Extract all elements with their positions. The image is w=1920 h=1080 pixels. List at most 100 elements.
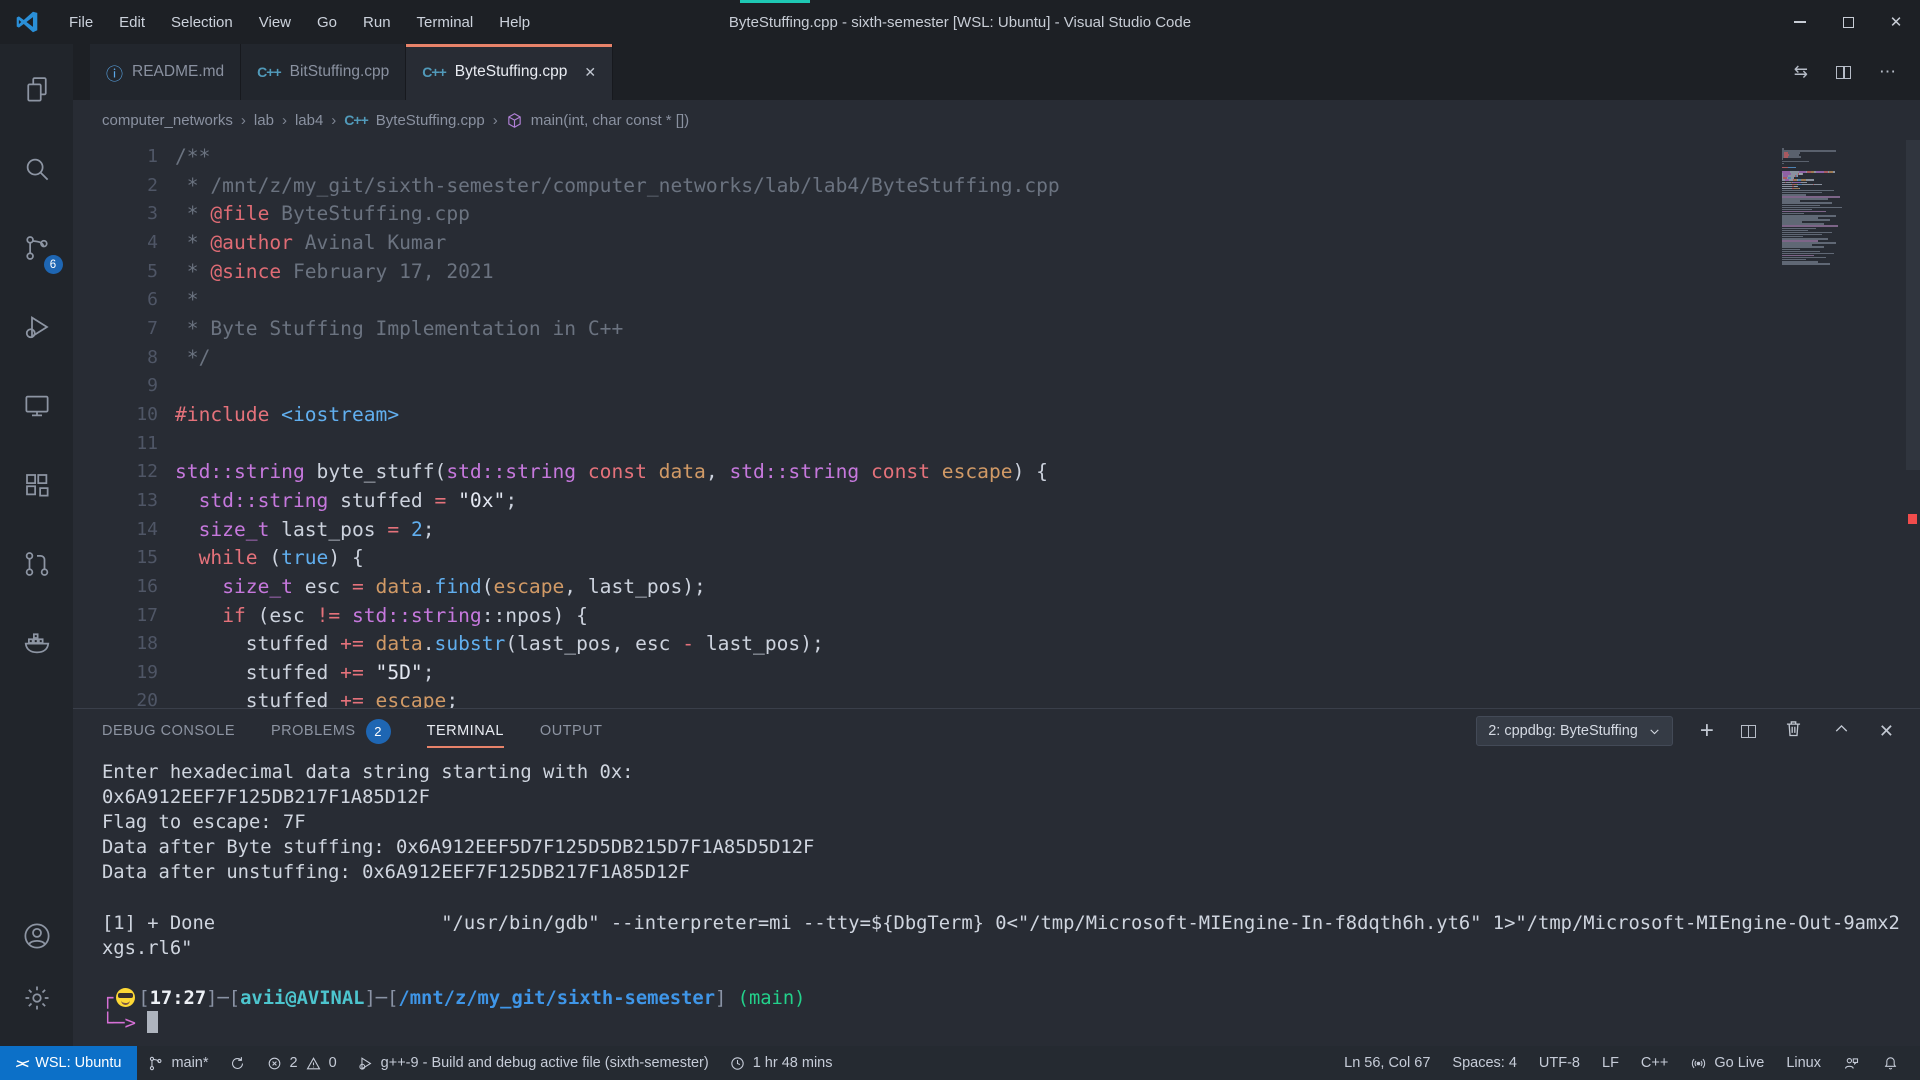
trash-icon: [1783, 718, 1804, 739]
overview-ruler-error-marker: [1908, 514, 1917, 524]
code-line: 4 * @author Avinal Kumar: [73, 229, 1920, 258]
panel-actions: 2: cppdbg: ByteStuffing + ✕: [1476, 716, 1920, 746]
remote-indicator[interactable]: >< WSL: Ubuntu: [0, 1046, 137, 1080]
menu-terminal[interactable]: Terminal: [404, 0, 487, 44]
minimize-button[interactable]: [1776, 0, 1824, 44]
panel-tab-debug-console[interactable]: DEBUG CONSOLE: [102, 709, 235, 753]
chevron-right-icon: ›: [331, 112, 336, 129]
sidebar-item-remote-explorer[interactable]: [13, 382, 61, 430]
menu-selection[interactable]: Selection: [158, 0, 246, 44]
build-task-button[interactable]: g++-9 - Build and debug active file (six…: [347, 1046, 719, 1080]
indentation-setting[interactable]: Spaces: 4: [1441, 1046, 1528, 1080]
close-tab-icon[interactable]: ✕: [584, 64, 596, 81]
feedback-person-icon: [1843, 1055, 1860, 1072]
code-editor[interactable]: 1/**2 * /mnt/z/my_git/sixth-semester/com…: [73, 140, 1920, 708]
bell-icon: [1882, 1055, 1899, 1072]
more-actions-icon[interactable]: ⋯: [1879, 62, 1896, 82]
chevron-right-icon: ›: [282, 112, 287, 129]
menu-edit[interactable]: Edit: [106, 0, 158, 44]
language-mode[interactable]: C++: [1630, 1046, 1679, 1080]
menu-run[interactable]: Run: [350, 0, 404, 44]
title-bar: File Edit Selection View Go Run Terminal…: [0, 0, 1920, 44]
close-panel-button[interactable]: ✕: [1879, 721, 1894, 742]
os-indicator[interactable]: Linux: [1775, 1046, 1832, 1080]
breadcrumb-folder[interactable]: lab4: [295, 112, 323, 129]
breadcrumb-symbol[interactable]: main(int, char const * []): [531, 112, 689, 129]
split-editor-icon[interactable]: [1836, 66, 1851, 79]
breadcrumb-folder[interactable]: computer_networks: [102, 112, 233, 129]
eol-setting[interactable]: LF: [1591, 1046, 1630, 1080]
code-line: 10#include <iostream>: [73, 401, 1920, 430]
build-task-label: g++-9 - Build and debug active file (six…: [381, 1055, 709, 1071]
breadcrumb-folder[interactable]: lab: [254, 112, 274, 129]
menu-go[interactable]: Go: [304, 0, 350, 44]
chevron-down-icon: [1648, 725, 1661, 738]
terminal-cursor: [147, 1011, 158, 1033]
open-changes-icon[interactable]: ⇆: [1794, 62, 1808, 82]
cursor-position[interactable]: Ln 56, Col 67: [1333, 1046, 1441, 1080]
tab-readme[interactable]: ⓘ README.md: [90, 44, 241, 100]
editor-actions: ⇆ ⋯: [1794, 44, 1920, 100]
notifications-button[interactable]: [1871, 1046, 1910, 1080]
branch-indicator[interactable]: main*: [137, 1046, 218, 1080]
kill-terminal-button[interactable]: [1783, 718, 1804, 744]
code-line: 15 while (true) {: [73, 544, 1920, 573]
sunglasses-emoji-icon: [116, 988, 135, 1007]
close-window-button[interactable]: ✕: [1872, 0, 1920, 44]
chevron-up-icon: [1831, 718, 1852, 739]
go-live-label: Go Live: [1714, 1055, 1764, 1071]
code-line: 9: [73, 372, 1920, 401]
sidebar-item-source-control[interactable]: 6: [13, 224, 61, 272]
sidebar-item-run-debug[interactable]: [13, 303, 61, 351]
problems-indicator[interactable]: 2 0: [256, 1046, 347, 1080]
maximize-button[interactable]: [1824, 0, 1872, 44]
sidebar-item-search[interactable]: [13, 145, 61, 193]
terminal-line: Data after unstuffing: 0x6A912EEF7F125DB…: [102, 860, 1920, 885]
menu-help[interactable]: Help: [486, 0, 543, 44]
sidebar-item-docker[interactable]: [13, 619, 61, 667]
menu-view[interactable]: View: [246, 0, 304, 44]
code-line: 12std::string byte_stuff(std::string con…: [73, 458, 1920, 487]
bottom-panel: DEBUG CONSOLE PROBLEMS2 TERMINAL OUTPUT …: [73, 708, 1920, 1046]
code-line: 13 std::string stuffed = "0x";: [73, 487, 1920, 516]
split-terminal-icon[interactable]: [1741, 725, 1756, 738]
account-icon: [22, 921, 52, 951]
tab-label: README.md: [132, 63, 224, 81]
scm-badge: 6: [44, 255, 63, 274]
account-button[interactable]: [13, 912, 61, 960]
remote-label: WSL: Ubuntu: [35, 1055, 121, 1071]
go-live-button[interactable]: Go Live: [1679, 1046, 1775, 1080]
terminal-line: └─>: [102, 1011, 1920, 1036]
tab-bytestuffing[interactable]: C++ ByteStuffing.cpp ✕: [406, 44, 613, 100]
settings-button[interactable]: [13, 974, 61, 1022]
menu-file[interactable]: File: [56, 0, 106, 44]
feedback-button[interactable]: [1832, 1046, 1871, 1080]
sync-button[interactable]: [219, 1046, 256, 1080]
activity-bar: 6: [0, 44, 73, 1046]
panel-tab-terminal[interactable]: TERMINAL: [427, 709, 504, 753]
info-icon: ⓘ: [106, 60, 123, 85]
new-terminal-button[interactable]: +: [1700, 721, 1714, 741]
panel-tab-output[interactable]: OUTPUT: [540, 709, 603, 753]
terminal-line: xgs.rl6": [102, 936, 1920, 961]
sidebar-item-extensions[interactable]: [13, 461, 61, 509]
sidebar-item-explorer[interactable]: [13, 66, 61, 114]
editor-scrollbar[interactable]: [1906, 140, 1920, 470]
tab-bitstuffing[interactable]: C++ BitStuffing.cpp: [241, 44, 406, 100]
encoding-setting[interactable]: UTF-8: [1528, 1046, 1591, 1080]
breadcrumb-file[interactable]: ByteStuffing.cpp: [376, 112, 485, 129]
gear-icon: [22, 983, 52, 1013]
tab-label: BitStuffing.cpp: [290, 63, 390, 81]
code-line: 8 */: [73, 344, 1920, 373]
time-tracker[interactable]: 1 hr 48 mins: [719, 1046, 843, 1080]
line-col-label: Ln 56, Col 67: [1344, 1055, 1430, 1071]
sidebar-item-github-pr[interactable]: [13, 540, 61, 588]
panel-tab-problems[interactable]: PROBLEMS2: [271, 709, 391, 753]
debug-play-icon: [357, 1055, 374, 1072]
cpp-file-icon: C++: [344, 112, 367, 128]
maximize-panel-button[interactable]: [1831, 718, 1852, 744]
minimap[interactable]: [1782, 148, 1890, 265]
terminal-selector-dropdown[interactable]: 2: cppdbg: ByteStuffing: [1476, 716, 1673, 746]
panel-tab-label: PROBLEMS: [271, 723, 356, 739]
terminal-output[interactable]: Enter hexadecimal data string starting w…: [73, 753, 1920, 1046]
